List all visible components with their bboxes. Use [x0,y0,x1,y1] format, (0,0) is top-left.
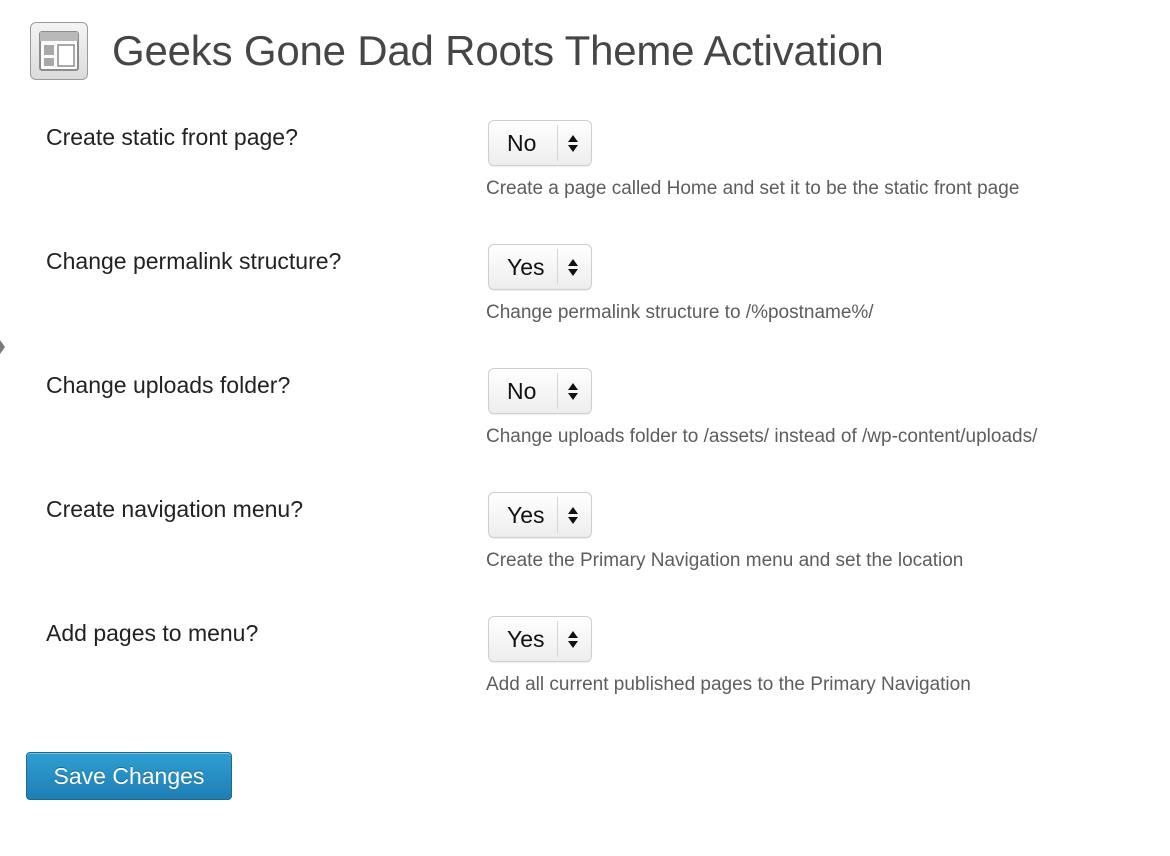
select-divider [557,497,558,533]
page-title: Geeks Gone Dad Roots Theme Activation [112,27,884,74]
save-changes-button[interactable]: Save Changes [26,752,232,800]
option-row-uploads-folder: Change uploads folder? No Change uploads… [0,368,1170,482]
option-label: Change uploads folder? [46,372,291,398]
up-down-arrows-icon [568,383,579,401]
navigation-menu-select[interactable]: Yes [488,492,592,538]
select-value: Yes [507,502,545,528]
option-description: Add all current published pages to the P… [486,674,971,695]
pages-to-menu-select[interactable]: Yes [488,616,592,662]
page-header: Geeks Gone Dad Roots Theme Activation [30,22,884,80]
select-value: No [507,378,537,404]
select-value: Yes [507,626,545,652]
option-row-navigation-menu: Create navigation menu? Yes Create the P… [0,492,1170,606]
permalink-structure-select[interactable]: Yes [488,244,592,290]
up-down-arrows-icon [568,259,579,277]
option-row-static-front-page: Create static front page? No Create a pa… [0,120,1170,234]
select-value: No [507,130,537,156]
select-divider [557,125,558,161]
option-row-permalink-structure: Change permalink structure? Yes Change p… [0,244,1170,358]
option-label: Create navigation menu? [46,496,303,522]
appearance-layout-icon [30,22,88,80]
option-description: Create the Primary Navigation menu and s… [486,550,964,571]
up-down-arrows-icon [568,631,579,649]
select-value: Yes [507,254,545,280]
option-label: Create static front page? [46,124,298,150]
option-row-pages-to-menu: Add pages to menu? Yes Add all current p… [0,616,1170,730]
option-label: Add pages to menu? [46,620,259,646]
select-divider [557,249,558,285]
option-label: Change permalink structure? [46,248,342,274]
option-description: Change permalink structure to /%postname… [486,302,874,323]
option-description: Change uploads folder to /assets/ instea… [486,426,1038,447]
option-description: Create a page called Home and set it to … [486,178,1020,199]
static-front-page-select[interactable]: No [488,120,592,166]
select-divider [557,373,558,409]
up-down-arrows-icon [568,507,579,525]
up-down-arrows-icon [568,135,579,153]
select-divider [557,621,558,657]
uploads-folder-select[interactable]: No [488,368,592,414]
